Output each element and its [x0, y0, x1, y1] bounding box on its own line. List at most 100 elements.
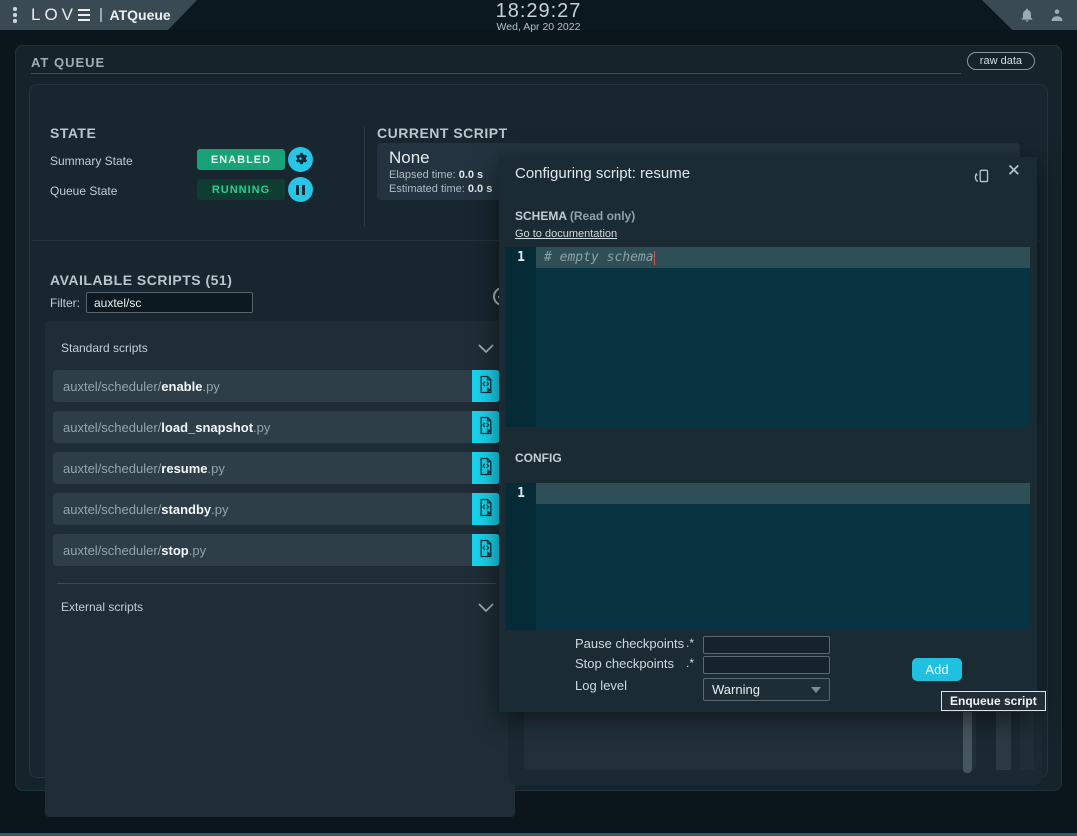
- script-ext: .py: [211, 502, 228, 517]
- state-section-title: STATE: [50, 125, 96, 141]
- select-arrow-icon: [811, 687, 821, 693]
- script-name: auxtel/scheduler/standby.py: [53, 502, 228, 517]
- documentation-link[interactable]: Go to documentation: [515, 228, 617, 240]
- state-divider: [364, 127, 365, 227]
- close-icon[interactable]: ✕: [1007, 162, 1021, 179]
- launch-script-button[interactable]: [472, 534, 500, 566]
- script-name: auxtel/scheduler/enable.py: [53, 379, 220, 394]
- config-section-title: CONFIG: [515, 451, 562, 465]
- card-title-underline: [31, 73, 961, 74]
- chevron-down-icon: [478, 344, 494, 353]
- config-editor[interactable]: 1: [506, 483, 1030, 630]
- filter-label: Filter:: [50, 296, 80, 310]
- schema-editor[interactable]: 1 # empty schema: [506, 247, 1030, 427]
- top-bar-left-panel: LOV ATQueue: [0, 0, 200, 30]
- enqueue-script-tooltip: Enqueue script: [941, 691, 1046, 711]
- stop-checkpoints-label: Stop checkpoints: [575, 656, 674, 671]
- love-logo: LOV: [31, 5, 90, 25]
- estimated-time-label: Estimated time:: [389, 183, 468, 195]
- script-row[interactable]: auxtel/scheduler/load_snapshot.py: [53, 411, 500, 443]
- elapsed-time-label: Elapsed time:: [389, 169, 459, 181]
- schema-editor-gutter: 1: [506, 247, 536, 427]
- top-bar-right-panel: [982, 0, 1077, 30]
- config-editor-content[interactable]: [536, 483, 1030, 630]
- log-level-select[interactable]: Warning: [703, 678, 830, 701]
- kebab-menu-icon[interactable]: [13, 7, 17, 23]
- group-divider: [57, 583, 496, 584]
- pause-icon: [296, 185, 305, 195]
- current-script-title: CURRENT SCRIPT: [377, 125, 508, 141]
- launch-script-icon: [478, 539, 494, 561]
- script-row[interactable]: auxtel/scheduler/standby.py: [53, 493, 500, 525]
- line-number: 1: [506, 247, 536, 268]
- queue-panel-edge: [1020, 712, 1034, 770]
- active-line: [536, 483, 1030, 504]
- script-name: auxtel/scheduler/resume.py: [53, 461, 225, 476]
- standard-scripts-header[interactable]: Standard scripts: [53, 335, 500, 361]
- config-editor-gutter: 1: [506, 483, 536, 630]
- stop-checkpoints-input[interactable]: [703, 656, 830, 674]
- user-icon[interactable]: [1049, 7, 1065, 23]
- external-scripts-header[interactable]: External scripts: [53, 594, 500, 620]
- standard-scripts-label: Standard scripts: [61, 341, 148, 355]
- launch-script-icon: [478, 498, 494, 520]
- pause-checkpoints-hint: .*: [686, 636, 694, 650]
- top-bar: LOV ATQueue 18:29:27 Wed, Apr 20 2022: [0, 0, 1077, 30]
- schema-title-text: SCHEMA: [515, 209, 570, 223]
- launch-script-button[interactable]: [472, 370, 500, 402]
- script-ext: .py: [208, 461, 225, 476]
- queue-scrollbar-track: [996, 712, 1011, 770]
- line-number: 1: [506, 483, 536, 504]
- launch-script-button[interactable]: [472, 493, 500, 525]
- script-row[interactable]: auxtel/scheduler/stop.py: [53, 534, 500, 566]
- launch-script-button[interactable]: [472, 411, 500, 443]
- pause-checkpoints-input[interactable]: [703, 636, 830, 654]
- queue-state-badge: RUNNING: [197, 179, 285, 200]
- chevron-down-icon: [478, 603, 494, 612]
- launch-script-icon: [478, 375, 494, 397]
- schema-comment: # empty schema: [536, 250, 654, 265]
- schema-editor-content[interactable]: # empty schema: [536, 247, 1030, 427]
- script-basename: stop: [161, 543, 188, 558]
- add-button[interactable]: Add: [912, 658, 962, 681]
- launch-script-icon: [478, 416, 494, 438]
- script-row[interactable]: auxtel/scheduler/resume.py: [53, 452, 500, 484]
- queue-state-label: Queue State: [50, 184, 117, 198]
- active-line: # empty schema: [536, 247, 1030, 268]
- queue-pause-button[interactable]: [288, 177, 313, 202]
- estimated-time-value: 0.0 s: [468, 183, 492, 195]
- page-title: ATQueue: [110, 7, 171, 23]
- clock: 18:29:27 Wed, Apr 20 2022: [496, 1, 582, 33]
- log-level-value: Warning: [704, 682, 811, 697]
- pause-checkpoints-label: Pause checkpoints: [575, 636, 684, 651]
- script-path: auxtel/scheduler/: [63, 543, 161, 558]
- elapsed-time-value: 0.0 s: [459, 169, 483, 181]
- love-logo-e-icon: [78, 9, 90, 22]
- script-path: auxtel/scheduler/: [63, 502, 161, 517]
- notification-bell-icon[interactable]: [1019, 7, 1035, 23]
- raw-data-button[interactable]: raw data: [967, 52, 1035, 70]
- configure-script-modal: Configuring script: resume ✕ SCHEMA (Rea…: [499, 157, 1037, 712]
- summary-state-label: Summary State: [50, 154, 133, 168]
- rotate-view-icon[interactable]: [972, 166, 991, 188]
- filter-input[interactable]: [86, 292, 253, 313]
- script-path: auxtel/scheduler/: [63, 461, 161, 476]
- script-path: auxtel/scheduler/: [63, 420, 161, 435]
- summary-state-gear-button[interactable]: [288, 147, 313, 172]
- pause-checkpoints-row: Pause checkpoints .*: [499, 636, 1037, 656]
- script-basename: standby: [161, 502, 211, 517]
- clock-time: 18:29:27: [496, 1, 582, 21]
- clock-date: Wed, Apr 20 2022: [496, 21, 582, 33]
- script-name: auxtel/scheduler/load_snapshot.py: [53, 420, 270, 435]
- script-basename: resume: [161, 461, 207, 476]
- script-row[interactable]: auxtel/scheduler/enable.py: [53, 370, 500, 402]
- launch-script-button[interactable]: [472, 452, 500, 484]
- schema-readonly-text: (Read only): [570, 209, 635, 223]
- schema-section-title: SCHEMA (Read only): [515, 209, 635, 223]
- script-ext: .py: [202, 379, 219, 394]
- scripts-list-panel: Standard scripts auxtel/scheduler/enable…: [45, 321, 515, 817]
- modal-title: Configuring script: resume: [515, 165, 690, 182]
- summary-state-badge: ENABLED: [197, 149, 285, 170]
- card-title: AT QUEUE: [31, 55, 105, 70]
- available-scripts-title: AVAILABLE SCRIPTS (51): [50, 272, 232, 288]
